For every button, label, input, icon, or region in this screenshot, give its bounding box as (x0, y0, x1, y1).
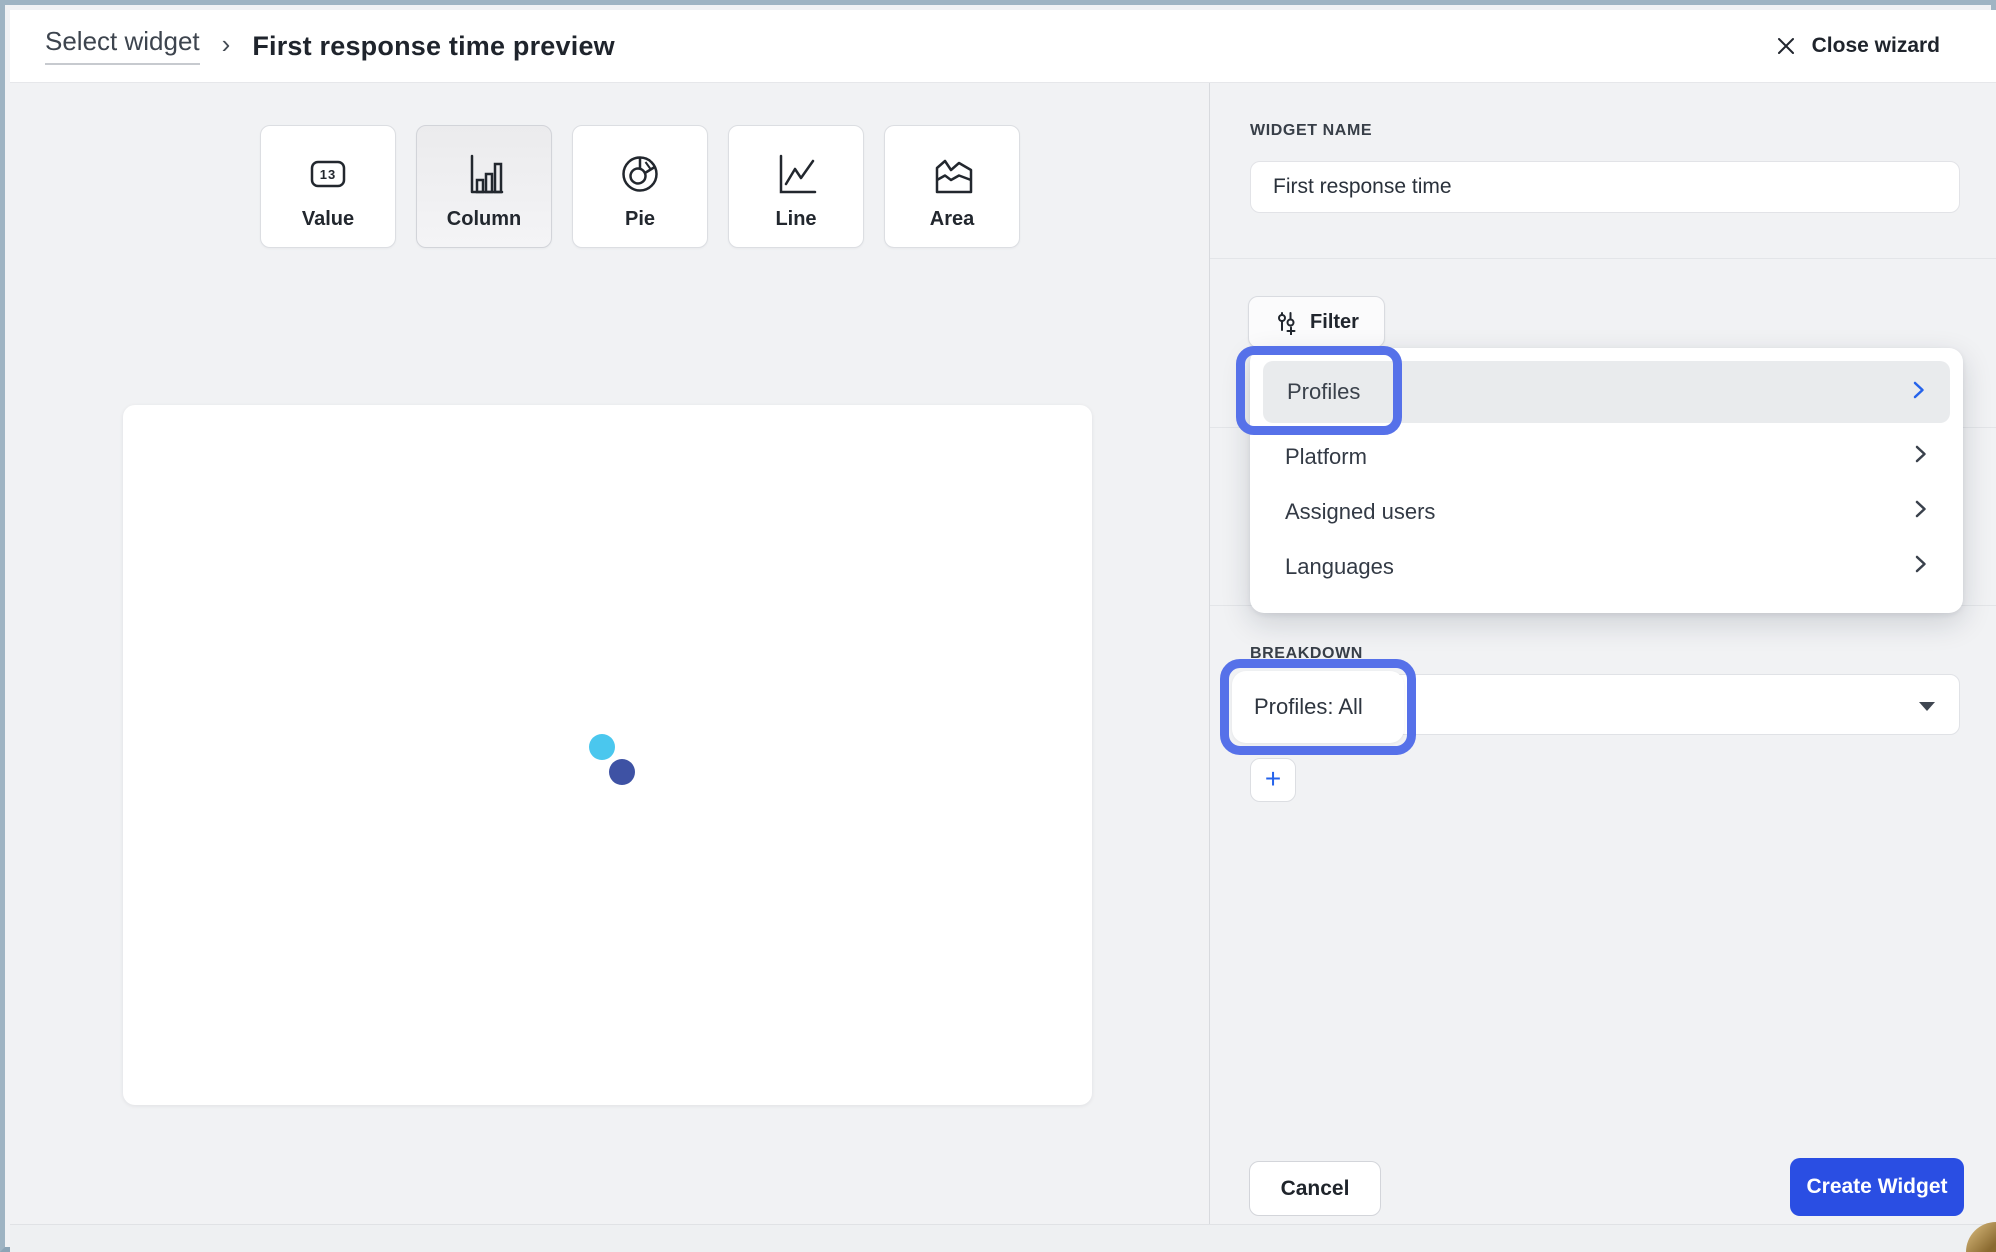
widget-type-label: Pie (625, 208, 655, 231)
menu-item-assigned-users[interactable]: Assigned users (1263, 484, 1950, 539)
menu-item-label: Assigned users (1285, 499, 1435, 525)
widget-type-label: Line (775, 208, 816, 231)
widget-type-pie[interactable]: Pie (572, 125, 708, 248)
menu-item-label: Languages (1285, 554, 1394, 580)
cancel-button[interactable]: Cancel (1249, 1161, 1381, 1216)
menu-item-label: Platform (1285, 444, 1367, 470)
line-chart-icon (729, 152, 863, 196)
menu-item-platform[interactable]: Platform (1263, 429, 1950, 484)
widget-type-area[interactable]: Area (884, 125, 1020, 248)
breadcrumb-select-widget[interactable]: Select widget (45, 27, 200, 65)
create-widget-label: Create Widget (1806, 1175, 1947, 1199)
column-chart-icon (417, 152, 551, 196)
window-frame: Select widget › First response time prev… (0, 0, 1996, 1252)
breadcrumb-separator-icon: › (222, 29, 231, 60)
area-chart-icon (885, 152, 1019, 196)
close-icon (1774, 34, 1798, 58)
widget-type-line[interactable]: Line (728, 125, 864, 248)
widget-type-column[interactable]: Column (416, 125, 552, 248)
section-divider (1210, 258, 1996, 259)
breakdown-value: Profiles: All (1254, 694, 1363, 720)
widget-type-label: Value (302, 208, 354, 231)
widget-type-label: Area (930, 208, 974, 231)
menu-item-languages[interactable]: Languages (1263, 539, 1950, 594)
chart-preview-card (123, 405, 1092, 1105)
menu-item-profiles[interactable]: Profiles (1263, 361, 1950, 423)
value-icon: 13 (261, 152, 395, 196)
cancel-label: Cancel (1281, 1177, 1350, 1201)
chevron-right-icon (1913, 444, 1928, 469)
footer-strip (10, 1224, 1996, 1252)
chevron-right-icon (1913, 499, 1928, 524)
pie-chart-icon (573, 152, 707, 196)
widget-name-input[interactable] (1250, 161, 1960, 213)
breakdown-value-chip[interactable]: Profiles: All (1232, 671, 1404, 743)
breakdown-label: BREAKDOWN (1250, 645, 1363, 663)
filter-icon (1274, 310, 1299, 335)
wizard-header: Select widget › First response time prev… (10, 10, 1996, 83)
loading-dot (609, 759, 635, 785)
create-widget-button[interactable]: Create Widget (1790, 1158, 1964, 1216)
close-wizard-label: Close wizard (1812, 34, 1940, 58)
close-wizard-button[interactable]: Close wizard (1774, 34, 1940, 58)
chevron-right-icon (1913, 554, 1928, 579)
add-breakdown-button[interactable]: + (1250, 758, 1296, 802)
widget-type-value[interactable]: 13 Value (260, 125, 396, 248)
menu-item-label: Profiles (1287, 379, 1360, 405)
widget-wizard: Select widget › First response time prev… (10, 10, 1996, 1252)
chevron-right-icon (1911, 380, 1926, 405)
page-title: First response time preview (252, 31, 615, 62)
filter-button[interactable]: Filter (1248, 296, 1385, 348)
filter-button-label: Filter (1310, 311, 1359, 334)
filter-dropdown-menu: Profiles Platform Assigned users Languag… (1250, 348, 1963, 613)
loading-dot (589, 734, 615, 760)
svg-text:13: 13 (320, 167, 336, 182)
caret-down-icon (1919, 702, 1935, 711)
widget-type-label: Column (447, 208, 521, 231)
plus-icon: + (1265, 765, 1281, 793)
widget-name-label: WIDGET NAME (1250, 122, 1372, 140)
